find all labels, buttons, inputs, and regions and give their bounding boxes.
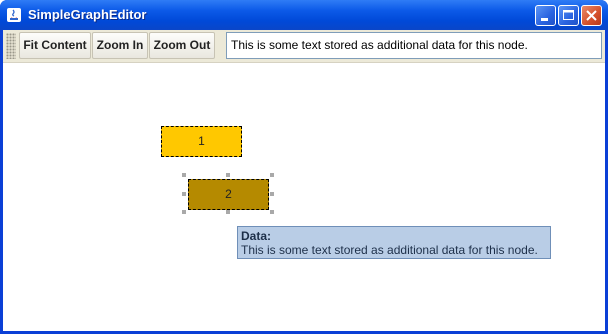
zoom-in-button[interactable]: Zoom In <box>92 32 148 59</box>
maximize-icon <box>563 10 574 20</box>
java-app-icon <box>7 8 21 22</box>
window-title: SimpleGraphEditor <box>28 7 147 22</box>
graph-node-1[interactable]: 1 <box>161 126 242 157</box>
minimize-button[interactable] <box>535 5 556 26</box>
toolbar: Fit Content Zoom In Zoom Out This is som… <box>3 30 605 63</box>
maximize-button[interactable] <box>558 5 579 26</box>
resize-handle-w[interactable] <box>182 192 186 196</box>
graph-node-2[interactable]: 2 <box>188 179 269 210</box>
zoom-out-button[interactable]: Zoom Out <box>149 32 215 59</box>
toolbar-grip[interactable] <box>6 33 16 59</box>
tooltip-body: This is some text stored as additional d… <box>241 243 538 257</box>
app-window: SimpleGraphEditor Fit Content Zoom In Zo… <box>0 0 608 334</box>
close-icon <box>586 10 597 21</box>
node-data-field[interactable]: This is some text stored as additional d… <box>226 32 602 59</box>
title-bar[interactable]: SimpleGraphEditor <box>0 0 608 30</box>
tooltip-title: Data: <box>241 229 272 243</box>
resize-handle-n[interactable] <box>226 173 230 177</box>
resize-handle-s[interactable] <box>226 210 230 214</box>
resize-handle-ne[interactable] <box>270 173 274 177</box>
node-data-tooltip: Data: This is some text stored as additi… <box>237 226 551 259</box>
minimize-icon <box>541 18 548 21</box>
client-area: Fit Content Zoom In Zoom Out This is som… <box>3 30 605 331</box>
resize-handle-nw[interactable] <box>182 173 186 177</box>
graph-canvas[interactable]: 1 2 Data: This is some text stored as ad… <box>3 63 605 331</box>
close-button[interactable] <box>581 5 602 26</box>
fit-content-button[interactable]: Fit Content <box>19 32 91 59</box>
resize-handle-se[interactable] <box>270 210 274 214</box>
resize-handle-e[interactable] <box>270 192 274 196</box>
resize-handle-sw[interactable] <box>182 210 186 214</box>
